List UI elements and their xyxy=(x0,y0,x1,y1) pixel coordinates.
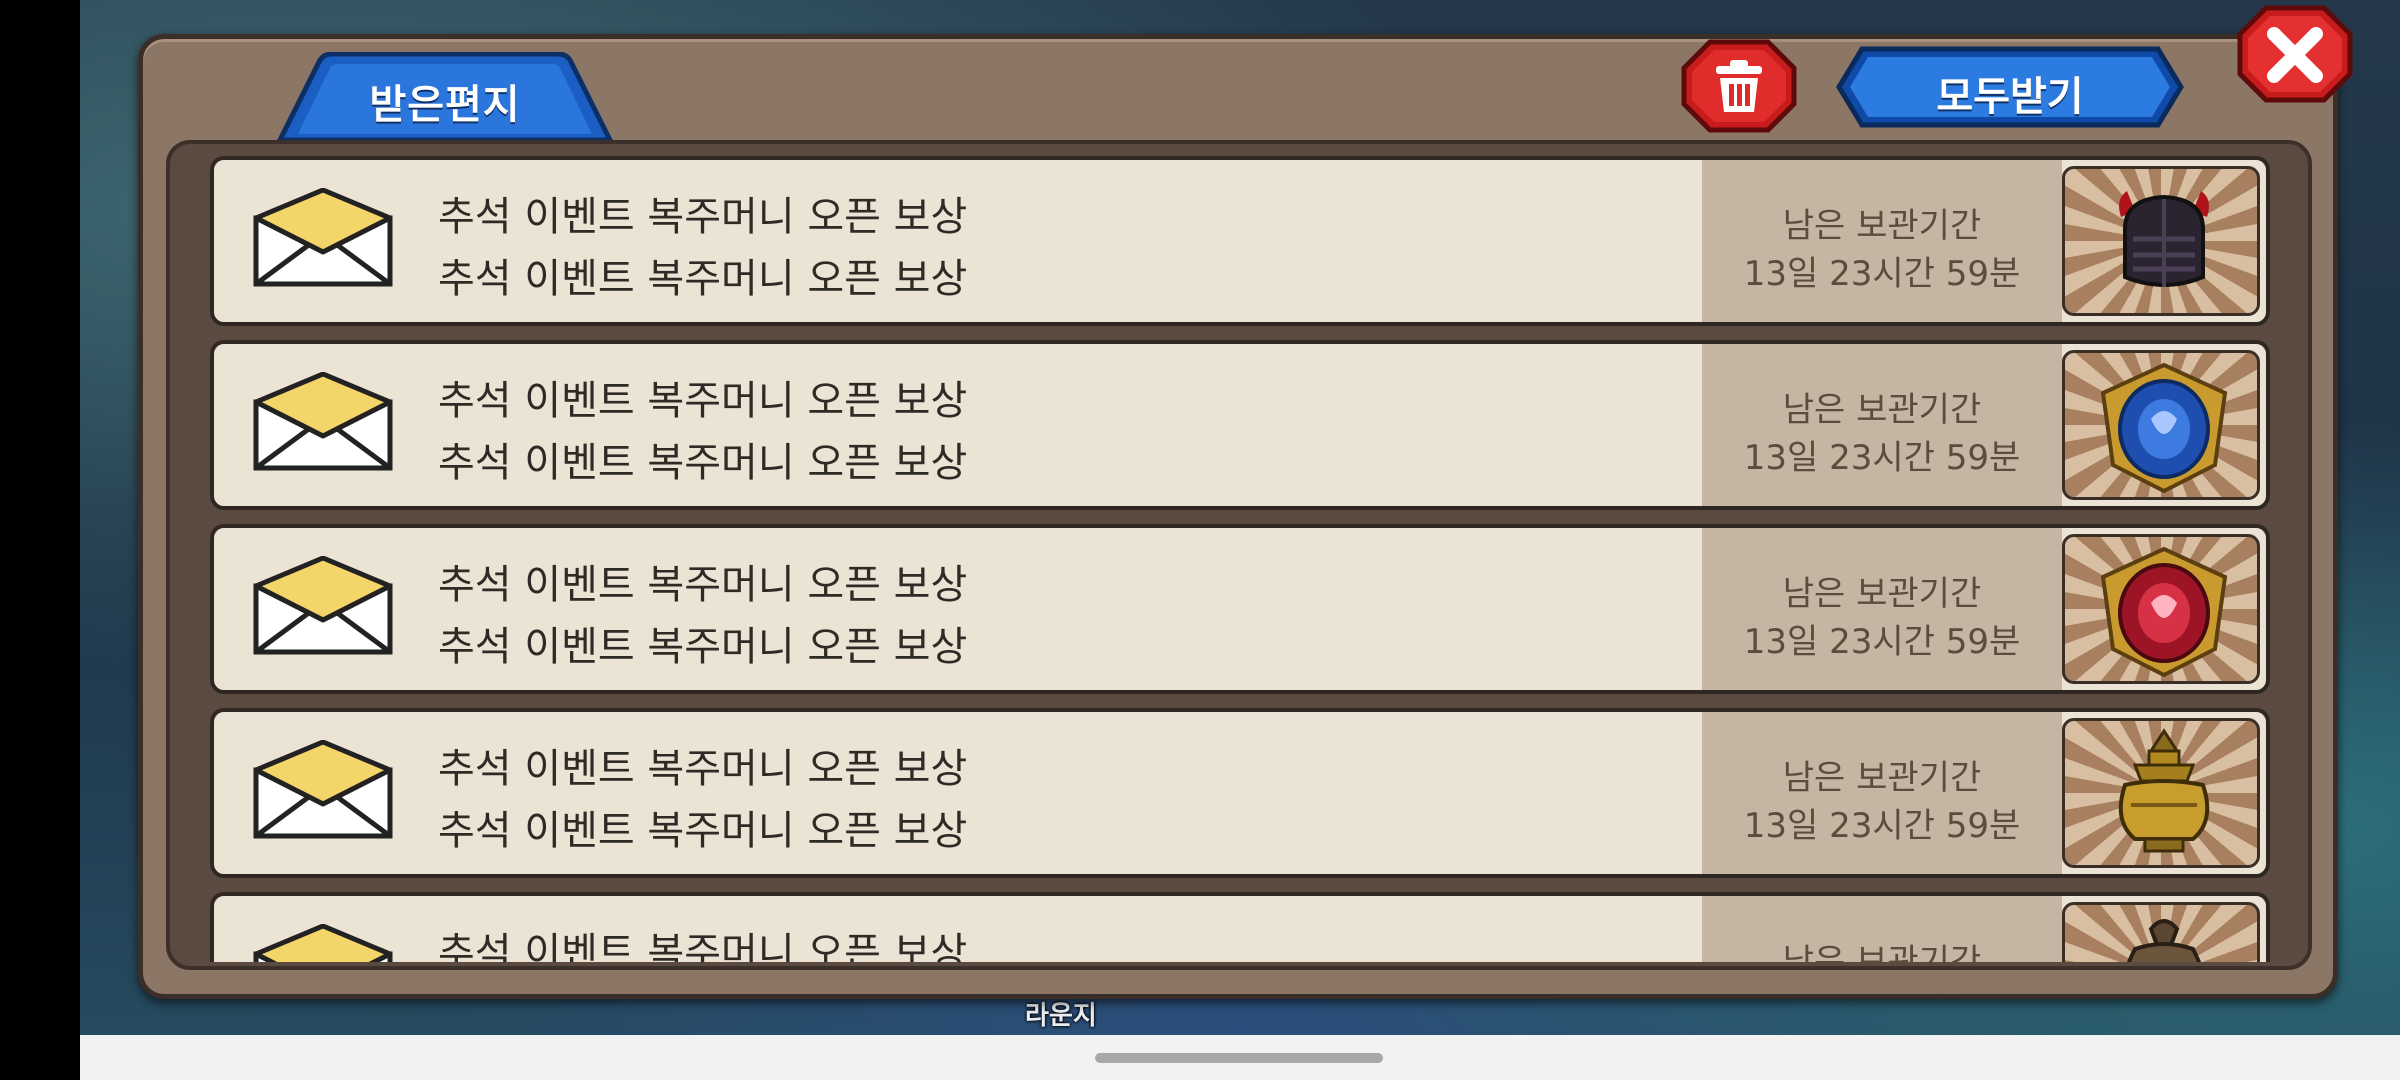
receive-all-button[interactable]: 모두받기 xyxy=(1836,46,2184,128)
mail-row[interactable]: 추석 이벤트 복주머니 오픈 보상 추석 이벤트 복주머니 오픈 보상 남은 보… xyxy=(210,156,2270,326)
mail-title: 추석 이벤트 복주머니 오픈 보상 xyxy=(438,562,968,608)
mail-title: 추석 이벤트 복주머니 오픈 보상 xyxy=(438,746,968,792)
close-icon xyxy=(2237,5,2353,103)
lounge-label: 라운지 xyxy=(1025,1001,1097,1031)
mail-title: 추석 이벤트 복주머니 오픈 보상 xyxy=(438,194,968,240)
envelope-icon xyxy=(253,188,393,287)
envelope-icon xyxy=(253,740,393,839)
expire-time: 13일 23시간 59분 xyxy=(1743,622,2021,662)
expire-box: 남은 보관기간 13일 23시간 59분 xyxy=(1702,528,2062,690)
screen-edge xyxy=(0,0,80,1080)
mail-list-frame: 추석 이벤트 복주머니 오픈 보상 추석 이벤트 복주머니 오픈 보상 남은 보… xyxy=(166,140,2312,970)
mail-title: 추석 이벤트 복주머니 오픈 보상 xyxy=(438,378,968,424)
expire-label: 남은 보관기간 xyxy=(1782,758,1982,798)
gold-vase-icon xyxy=(2118,728,2210,853)
home-indicator[interactable] xyxy=(1095,1053,1383,1063)
mail-row[interactable]: 추석 이벤트 복주머니 오픈 보상 추석 이벤트 복주머니 오픈 보상 남은 보… xyxy=(210,524,2270,694)
mail-description: 추석 이벤트 복주머니 오픈 보상 xyxy=(438,808,968,854)
mail-title: 추석 이벤트 복주머니 오픈 보상 xyxy=(438,930,968,962)
expire-label: 남은 보관기간 xyxy=(1782,574,1982,614)
delete-button[interactable] xyxy=(1680,38,1798,134)
tab-received-mail[interactable]: 받은편지 xyxy=(260,52,630,142)
expire-time: 13일 23시간 59분 xyxy=(1743,438,2021,478)
red-shield-emblem-icon xyxy=(2100,546,2228,678)
expire-box: 남은 보관기간 13일 23시간 59분 xyxy=(1702,344,2062,506)
expire-label: 남은 보관기간 xyxy=(1782,942,1982,962)
close-button[interactable] xyxy=(2236,4,2354,104)
expire-time: 13일 23시간 59분 xyxy=(1743,254,2021,294)
reward-slot[interactable] xyxy=(2062,902,2260,962)
expire-box: 남은 보관기간 13일 23시간 59분 xyxy=(1702,712,2062,874)
dark-helmet-icon xyxy=(2119,191,2209,287)
mail-description: 추석 이벤트 복주머니 오픈 보상 xyxy=(438,440,968,486)
reward-slot[interactable] xyxy=(2062,350,2260,500)
mail-description: 추석 이벤트 복주머니 오픈 보상 xyxy=(438,624,968,670)
reward-slot[interactable] xyxy=(2062,534,2260,684)
envelope-icon xyxy=(253,924,393,962)
tab-label: 받은편지 xyxy=(369,82,521,128)
expire-label: 남은 보관기간 xyxy=(1782,390,1982,430)
expire-label: 남은 보관기간 xyxy=(1782,206,1982,246)
mail-row[interactable]: 추석 이벤트 복주머니 오픈 보상 추석 이벤트 복주머니 오픈 보상 남은 보… xyxy=(210,340,2270,510)
envelope-icon xyxy=(253,372,393,471)
expire-box: 남은 보관기간 xyxy=(1702,896,2062,962)
mail-row[interactable]: 추석 이벤트 복주머니 오픈 보상 추석 이벤트 복주머니 오픈 보상 남은 보… xyxy=(210,708,2270,878)
mail-description: 추석 이벤트 복주머니 오픈 보상 xyxy=(438,256,968,302)
expire-time: 13일 23시간 59분 xyxy=(1743,806,2021,846)
pouch-icon xyxy=(2127,919,2201,962)
expire-box: 남은 보관기간 13일 23시간 59분 xyxy=(1702,160,2062,322)
mail-row[interactable]: 추석 이벤트 복주머니 오픈 보상 남은 보관기간 xyxy=(210,892,2270,962)
reward-slot[interactable] xyxy=(2062,166,2260,316)
mail-list[interactable]: 추석 이벤트 복주머니 오픈 보상 추석 이벤트 복주머니 오픈 보상 남은 보… xyxy=(210,156,2270,962)
trash-icon xyxy=(1681,39,1797,133)
receive-all-label: 모두받기 xyxy=(1936,74,2084,120)
reward-slot[interactable] xyxy=(2062,718,2260,868)
envelope-icon xyxy=(253,556,393,655)
blue-shield-emblem-icon xyxy=(2100,362,2228,494)
